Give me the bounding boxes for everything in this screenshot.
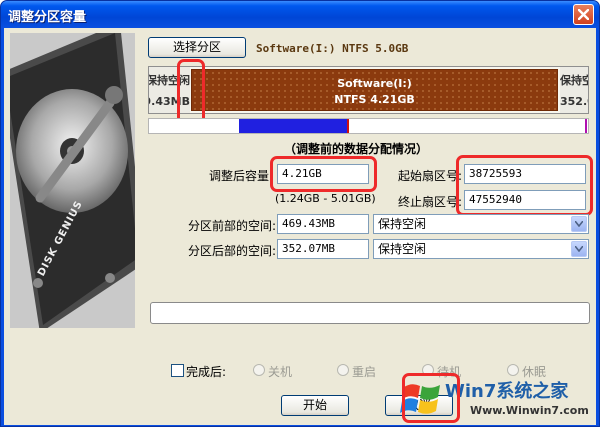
hard-disk-icon	[10, 33, 135, 328]
close-icon	[578, 9, 589, 20]
space-after-option: 保持空闲	[378, 242, 427, 256]
usage-right-marker	[585, 119, 587, 133]
section-title: （调整前的数据分配情况）	[284, 142, 429, 156]
usage-bar	[148, 118, 589, 134]
dropdown-arrow-icon[interactable]	[571, 216, 587, 232]
select-partition-button[interactable]: 选择分区	[148, 37, 246, 58]
hard-disk-illustration: DISK GENIUS	[10, 33, 135, 328]
radio-restart-label: 重启	[352, 365, 377, 379]
watermark-brand: Win7系统之家	[445, 381, 569, 402]
radio-shutdown-label: 关机	[268, 365, 293, 379]
end-sector-label: 终止扇区号:	[398, 195, 463, 209]
new-size-label: 调整后容量:	[209, 169, 274, 183]
space-before-input[interactable]: 469.43MB	[277, 214, 369, 234]
start-sector-label: 起始扇区号:	[398, 169, 463, 183]
partition-bar: 保持空闲 469.43MB Software(I:) NTFS 4.21GB 保…	[148, 66, 589, 114]
new-size-highlight	[270, 156, 377, 192]
dropdown-arrow-icon[interactable]	[571, 241, 587, 257]
space-after-input[interactable]: 352.07MB	[277, 239, 369, 259]
space-after-label: 分区后部的空间:	[188, 244, 277, 258]
free-after-size: 352.07MB	[560, 95, 588, 108]
progress-bar	[150, 302, 590, 324]
space-before-select[interactable]: 保持空闲	[373, 214, 589, 234]
after-completion-label: 完成后:	[186, 365, 227, 379]
start-button[interactable]: 开始	[281, 395, 349, 416]
title-bar[interactable]: 调整分区容量	[1, 1, 599, 28]
dialog-window: 调整分区容量 DISK GENIUS 选择分区 Software(I:) NTF…	[0, 0, 600, 427]
watermark-url: Www.Winwin7.com	[470, 404, 589, 417]
partition-block[interactable]: Software(I:) NTFS 4.21GB	[191, 69, 558, 111]
free-space-after[interactable]: 保持空闲 352.07MB	[560, 67, 588, 113]
usage-end-marker	[347, 119, 349, 133]
partition-name: Software(I:)	[337, 77, 412, 90]
space-before-label: 分区前部的空间:	[188, 219, 277, 233]
size-range: (1.24GB - 5.01GB)	[275, 192, 376, 205]
after-completion-checkbox[interactable]	[171, 364, 184, 377]
partition-info: Software(I:) NTFS 5.0GB	[256, 42, 409, 55]
watermark-highlight	[402, 373, 460, 423]
space-after-select[interactable]: 保持空闲	[373, 239, 589, 259]
drag-handle-highlight	[177, 59, 205, 125]
free-after-label: 保持空闲	[560, 74, 588, 87]
usage-fill	[239, 119, 347, 133]
space-before-option: 保持空闲	[378, 217, 427, 231]
partition-detail: NTFS 4.21GB	[334, 93, 415, 106]
radio-restart[interactable]	[337, 364, 349, 376]
window-title: 调整分区容量	[8, 10, 87, 25]
radio-shutdown[interactable]	[253, 364, 265, 376]
sector-highlight	[456, 155, 593, 216]
close-button[interactable]	[573, 4, 594, 25]
dialog-body: DISK GENIUS 选择分区 Software(I:) NTFS 5.0GB…	[4, 28, 596, 425]
